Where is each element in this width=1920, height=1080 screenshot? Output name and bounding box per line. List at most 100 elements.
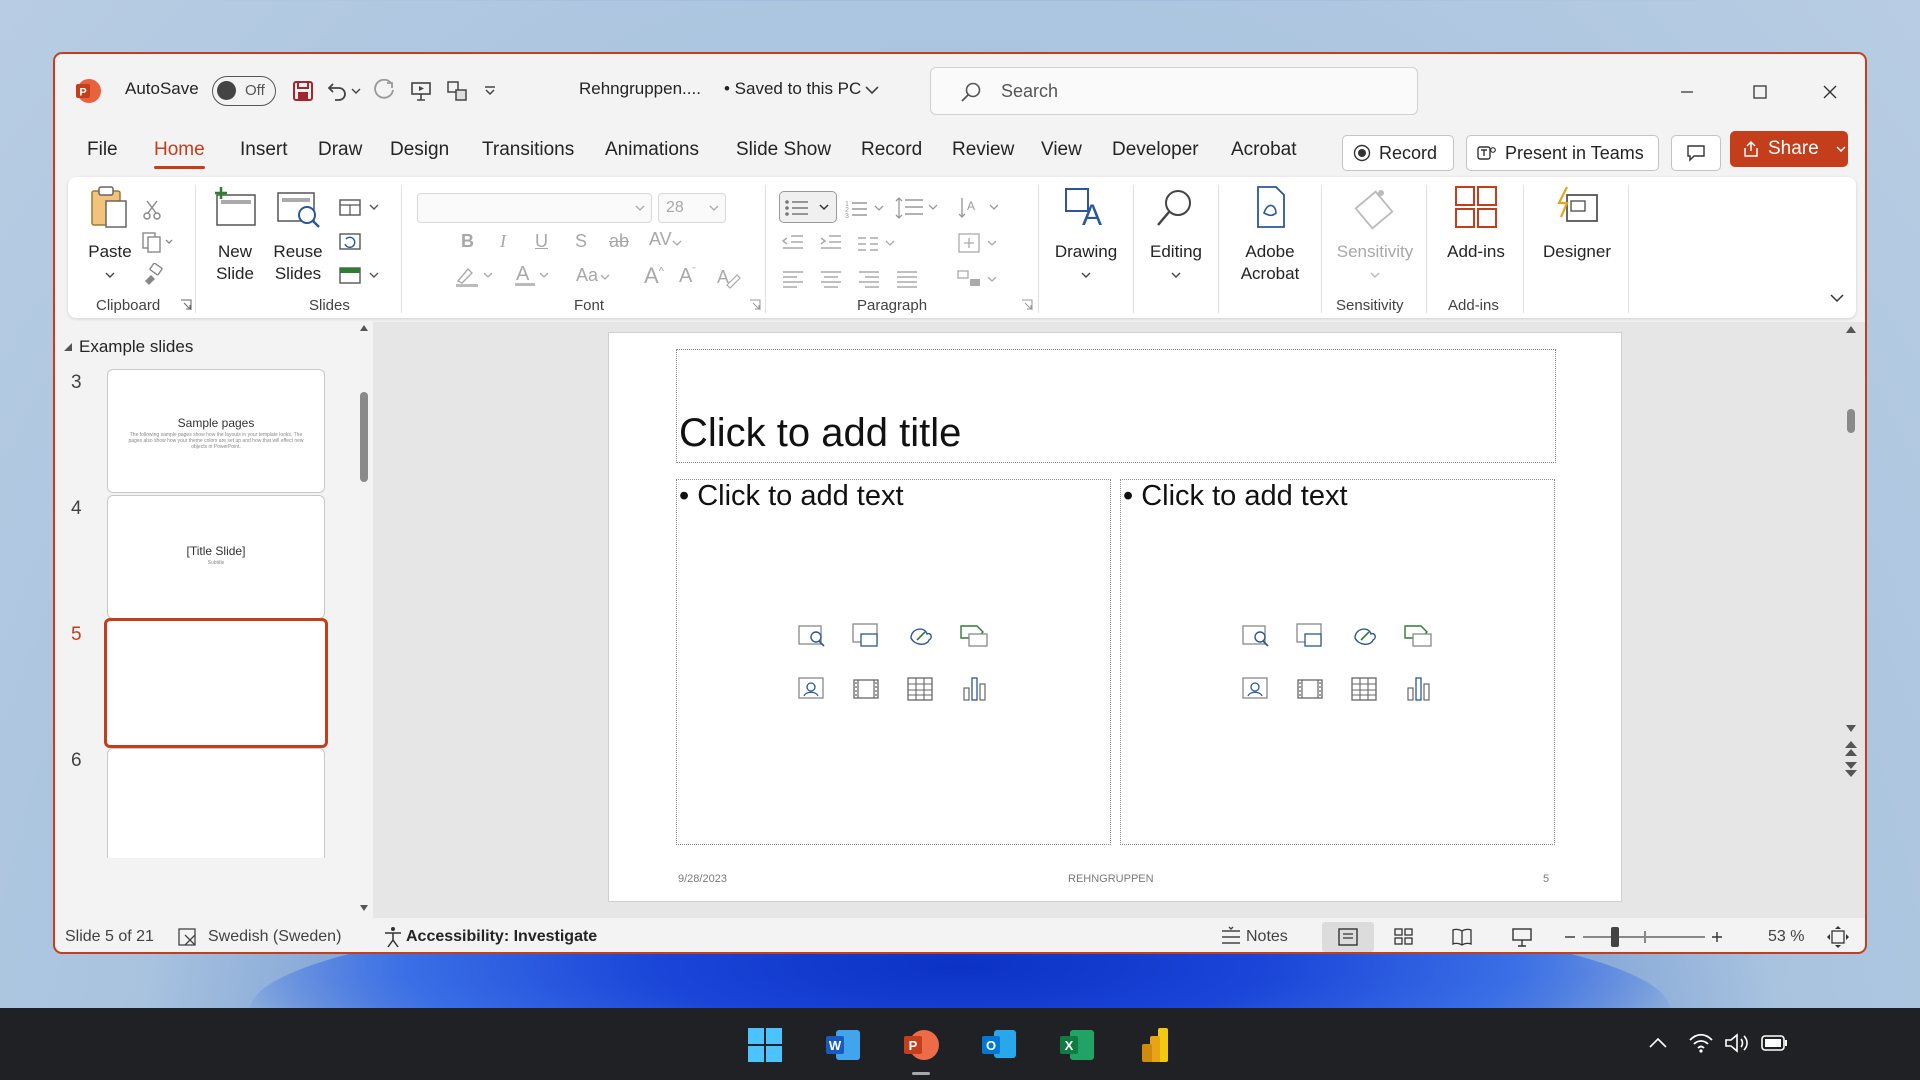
pictures-icon[interactable] [851,620,881,650]
right-content-placeholder[interactable]: • Click to add text [1120,479,1555,845]
change-case-dropdown-icon[interactable] [600,273,610,281]
powerpoint-taskbar-icon[interactable]: P [902,1026,940,1064]
accessibility-icon[interactable] [383,926,403,948]
icons-icon[interactable] [1349,620,1379,650]
undo-dropdown-icon[interactable] [348,76,364,106]
paste-dropdown-icon[interactable] [105,271,115,279]
cut-icon[interactable] [141,199,163,221]
spelling-check-icon[interactable] [177,927,199,947]
align-left-icon[interactable] [781,269,805,289]
decrease-indent-icon[interactable] [781,233,805,253]
tab-draw[interactable]: Draw [318,139,362,161]
clear-formatting-icon[interactable]: A [715,265,741,289]
bullets-button[interactable] [779,191,837,223]
smartart-icon[interactable] [1403,620,1433,650]
bold-icon[interactable]: B [461,231,474,252]
font-launcher-icon[interactable] [749,299,761,311]
present-from-start-icon[interactable] [406,76,436,106]
shrink-font-icon[interactable]: Aˇ [679,265,696,288]
tab-developer[interactable]: Developer [1112,139,1199,161]
copy-icon[interactable] [141,231,175,253]
zoom-level[interactable]: 53 % [1768,928,1804,946]
paste-button[interactable]: Paste [82,183,138,285]
footer-slide-number[interactable]: 5 [1543,873,1549,885]
cameo-icon[interactable] [797,674,827,704]
chart-icon[interactable] [959,674,989,704]
section-collapse-icon[interactable] [63,342,73,352]
previous-slide-icon[interactable] [1844,740,1858,758]
justify-icon[interactable] [895,269,919,289]
slide-show-icon[interactable] [1511,926,1533,948]
tab-slide-show[interactable]: Slide Show [736,139,831,161]
tab-insert[interactable]: Insert [240,139,288,161]
stock-images-icon[interactable] [1241,620,1271,650]
smartart-icon[interactable] [959,620,989,650]
minimize-button[interactable] [1667,72,1707,112]
icons-icon[interactable] [905,620,935,650]
tab-file[interactable]: File [87,139,118,161]
redo-icon[interactable] [370,76,400,106]
paragraph-launcher-icon[interactable] [1021,299,1033,311]
show-hidden-icons-icon[interactable] [1648,1036,1668,1050]
new-slide-button[interactable]: New Slide [206,183,264,285]
power-bi-icon[interactable] [1136,1026,1174,1064]
battery-icon[interactable] [1760,1034,1788,1052]
align-right-icon[interactable] [857,269,881,289]
close-button[interactable] [1810,72,1850,112]
reuse-slides-button[interactable]: Reuse Slides [268,183,328,285]
tab-acrobat[interactable]: Acrobat [1231,139,1296,161]
title-placeholder[interactable]: Click to add title [676,349,1556,463]
share-button[interactable]: Share [1730,131,1848,167]
thumbnails-scrollbar[interactable] [357,322,371,918]
document-name[interactable]: Rehngruppen.... [579,79,701,99]
tab-home[interactable]: Home [154,139,205,169]
sensitivity-button[interactable]: Sensitivity [1330,183,1420,285]
convert-to-smartart-icon[interactable] [956,267,1002,293]
increase-indent-icon[interactable] [819,233,843,253]
volume-icon[interactable] [1724,1032,1750,1054]
word-icon[interactable]: W [824,1026,862,1064]
stock-images-icon[interactable] [797,620,827,650]
chart-icon[interactable] [1403,674,1433,704]
italic-icon[interactable]: I [500,231,506,252]
slide-sorter-icon[interactable] [1393,927,1415,947]
shadow-icon[interactable]: S [575,231,587,252]
slide-thumbnail-3[interactable]: Sample pages The following sample pages … [107,369,325,493]
slide-count[interactable]: Slide 5 of 21 [65,928,154,946]
comments-button[interactable] [1671,135,1721,171]
save-status-chevron-icon[interactable] [865,85,879,95]
tab-view[interactable]: View [1041,139,1082,161]
numbering-icon[interactable]: 123 [845,199,889,219]
arrange-icon[interactable] [442,76,472,106]
tab-animations[interactable]: Animations [605,139,699,161]
zoom-slider-thumb[interactable] [1611,927,1619,947]
save-icon[interactable] [288,76,318,106]
drawing-dropdown-icon[interactable] [1081,271,1091,279]
next-slide-icon[interactable] [1844,760,1858,778]
editing-button[interactable]: Editing [1141,183,1211,285]
left-content-placeholder[interactable]: • Click to add text [676,479,1111,845]
record-button[interactable]: Record [1342,135,1454,171]
drawing-button[interactable]: A Drawing [1048,183,1124,285]
grow-font-icon[interactable]: A^ [644,263,664,289]
language[interactable]: Swedish (Sweden) [208,928,341,946]
save-status[interactable]: • Saved to this PC [724,79,861,99]
sensitivity-dropdown-icon[interactable] [1370,271,1380,279]
align-text-icon[interactable] [956,231,1002,257]
table-icon[interactable] [1349,674,1379,704]
excel-icon[interactable]: X [1058,1026,1096,1064]
cameo-icon[interactable] [1241,674,1271,704]
tab-transitions[interactable]: Transitions [482,139,574,161]
collapse-ribbon-icon[interactable] [1829,292,1845,304]
share-dropdown-icon[interactable] [1835,144,1847,154]
font-size-combo[interactable]: 28 [658,193,726,223]
text-direction-icon[interactable]: A [956,195,1002,221]
thumbnails-scroll-thumb[interactable] [360,392,368,482]
zoom-out-icon[interactable] [1563,930,1577,944]
underline-icon[interactable]: U [535,231,548,252]
video-icon[interactable] [1295,674,1325,704]
section-title[interactable]: Example slides [79,337,193,357]
font-name-combo[interactable] [417,193,652,223]
columns-icon[interactable] [856,234,900,254]
zoom-in-icon[interactable] [1710,930,1724,944]
